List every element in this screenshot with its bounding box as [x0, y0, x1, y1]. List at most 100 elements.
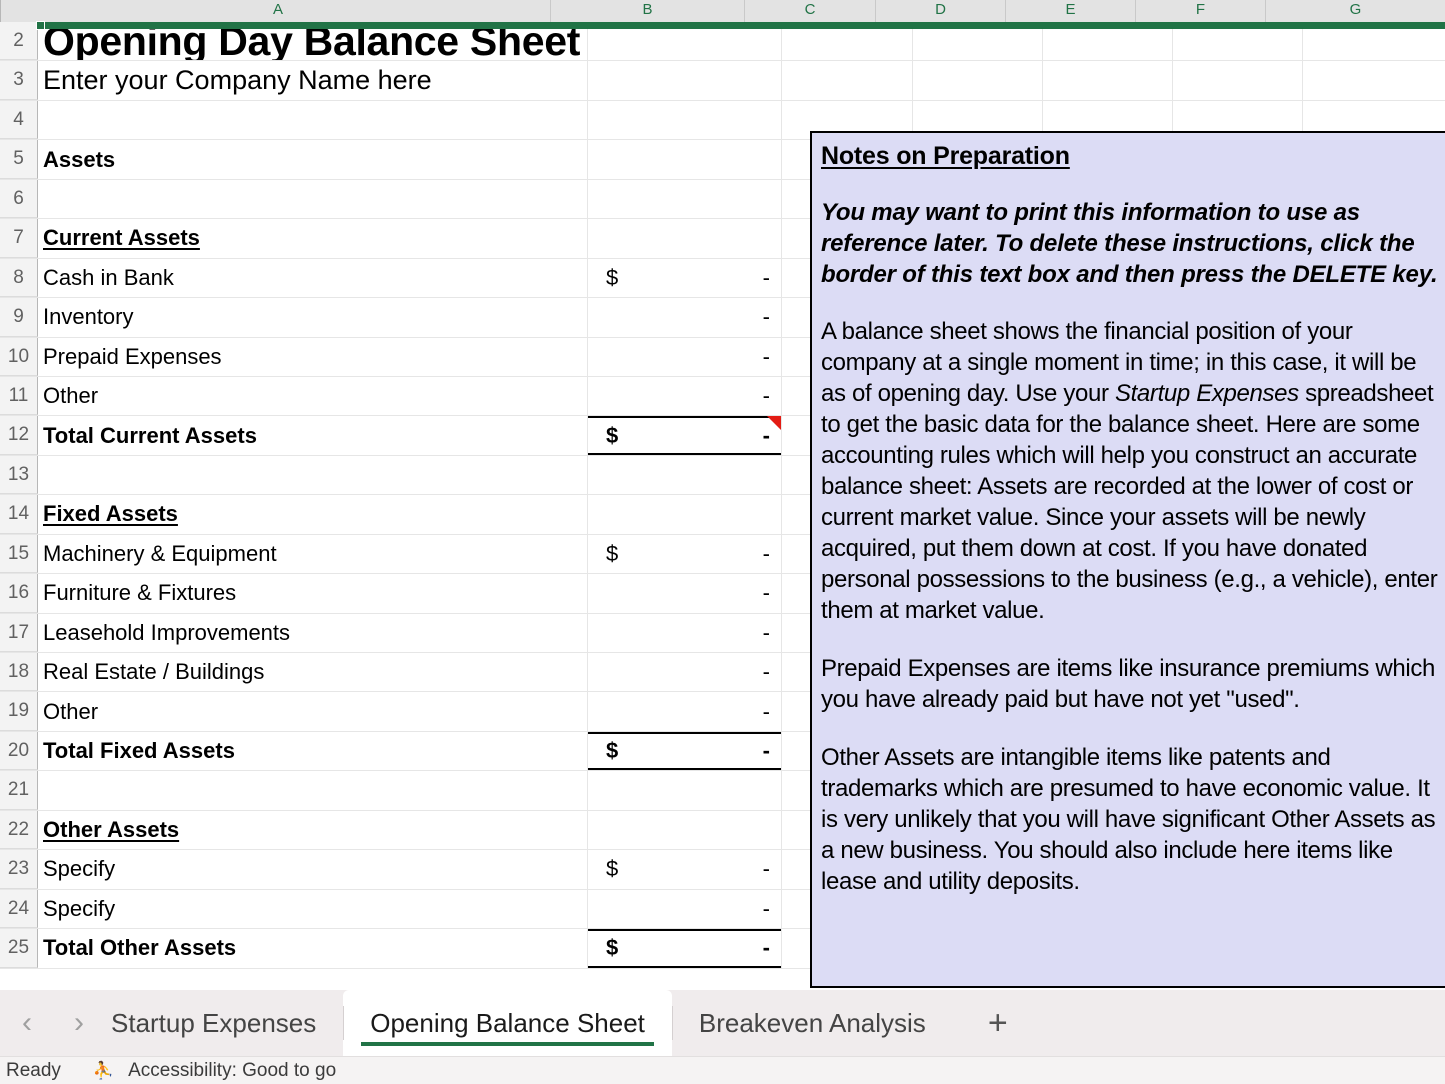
cell-g3[interactable] — [1303, 61, 1445, 99]
row-header[interactable]: 10 — [0, 337, 38, 376]
notes-on-preparation-textbox[interactable]: Notes on Preparation You may want to pri… — [810, 131, 1445, 988]
cell-a10[interactable]: Prepaid Expenses — [38, 337, 588, 376]
column-header-d[interactable]: D — [876, 0, 1006, 22]
cell-a17[interactable]: Leasehold Improvements — [38, 613, 588, 652]
cell-b8[interactable]: $ - — [588, 258, 782, 298]
cell-a12[interactable]: Total Current Assets — [38, 416, 588, 455]
row-header[interactable]: 13 — [0, 455, 38, 495]
row-header[interactable]: 17 — [0, 613, 38, 652]
cell-a9[interactable]: Inventory — [38, 298, 588, 337]
amount-group: $ - — [588, 738, 781, 764]
cell-b11[interactable]: - — [588, 376, 782, 416]
row-header[interactable]: 6 — [0, 179, 38, 219]
cell-a19[interactable]: Other — [38, 692, 588, 731]
amount-group: $ - — [588, 935, 781, 961]
cell-b14[interactable] — [588, 495, 782, 534]
cell-a14[interactable]: Fixed Assets — [38, 495, 588, 534]
cell-b10[interactable]: - — [588, 337, 782, 376]
sheet-tab-opening-balance-sheet[interactable]: Opening Balance Sheet — [343, 990, 672, 1056]
cell-f3[interactable] — [1173, 61, 1303, 100]
row-header[interactable]: 16 — [0, 574, 38, 613]
cell-b22[interactable] — [588, 810, 782, 850]
cell-comment-indicator-icon[interactable] — [767, 416, 781, 431]
sheet-tab-startup-expenses[interactable]: Startup Expenses — [84, 990, 343, 1056]
row-header[interactable]: 7 — [0, 219, 38, 258]
cell-b6[interactable] — [588, 179, 782, 219]
row-header[interactable]: 20 — [0, 731, 38, 771]
column-header-e[interactable]: E — [1006, 0, 1136, 22]
cell-a3[interactable]: Enter your Company Name here — [38, 61, 588, 100]
cell-c3[interactable] — [782, 61, 913, 100]
row-header[interactable]: 9 — [0, 298, 38, 337]
row-header[interactable]: 19 — [0, 692, 38, 731]
cell-b17[interactable]: - — [588, 613, 782, 652]
cell-b19[interactable]: - — [588, 692, 782, 731]
amount-value: - — [762, 264, 770, 290]
cell-a22[interactable]: Other Assets — [38, 810, 588, 850]
column-header-g[interactable]: G — [1266, 0, 1445, 22]
cell-label: Leasehold Improvements — [43, 619, 291, 645]
cell-a5[interactable]: Assets — [38, 140, 588, 179]
column-header-f[interactable]: F — [1136, 0, 1266, 22]
cell-a23[interactable]: Specify — [38, 850, 588, 889]
sheet-tab-breakeven-analysis[interactable]: Breakeven Analysis — [671, 990, 953, 1056]
cell-a8[interactable]: Cash in Bank — [38, 258, 588, 298]
row-header[interactable]: 5 — [0, 140, 38, 179]
cell-b21[interactable] — [588, 771, 782, 810]
cell-a6[interactable] — [38, 179, 588, 219]
cell-a7[interactable]: Current Assets — [38, 219, 588, 258]
row-header[interactable]: 11 — [0, 376, 38, 416]
cell-a24[interactable]: Specify — [38, 889, 588, 929]
cell-b16[interactable]: - — [588, 574, 782, 613]
cell-b24[interactable]: - — [588, 889, 782, 929]
row-header[interactable]: 18 — [0, 653, 38, 692]
cell-a21[interactable] — [38, 771, 588, 810]
column-header-a[interactable]: A — [1, 0, 551, 22]
select-all-corner[interactable] — [0, 0, 1, 22]
cell-b20[interactable]: $ - — [588, 731, 782, 771]
cell-a16[interactable]: Furniture & Fixtures — [38, 574, 588, 613]
cell-a15[interactable]: Machinery & Equipment — [38, 534, 588, 574]
row-header[interactable]: 3 — [0, 61, 38, 100]
row-header[interactable]: 25 — [0, 929, 38, 968]
column-header-b[interactable]: B — [551, 0, 745, 22]
cell-b7[interactable] — [588, 219, 782, 258]
fill-handle[interactable] — [36, 21, 45, 30]
cell-a18[interactable]: Real Estate / Buildings — [38, 653, 588, 692]
row-header[interactable]: 4 — [0, 100, 38, 140]
column-header-row: A B C D E F G — [0, 0, 1445, 22]
row-header[interactable]: 14 — [0, 495, 38, 534]
cell-b25[interactable]: $ - — [588, 929, 782, 968]
row-header[interactable]: 21 — [0, 771, 38, 810]
add-sheet-icon[interactable]: + — [953, 990, 1043, 1056]
cell-b12[interactable]: $ - — [588, 416, 782, 455]
row-header[interactable]: 8 — [0, 258, 38, 298]
cell-b3[interactable] — [588, 61, 782, 100]
cell-b18[interactable]: - — [588, 653, 782, 692]
cell-b5[interactable] — [588, 140, 782, 179]
cell-b15[interactable]: $ - — [588, 534, 782, 574]
cell-a13[interactable] — [38, 455, 588, 495]
cell-b23[interactable]: $ - — [588, 850, 782, 889]
cell-a20[interactable]: Total Fixed Assets — [38, 731, 588, 771]
next-sheet-icon[interactable]: › — [74, 1008, 84, 1038]
cell-b13[interactable] — [588, 455, 782, 495]
row-header[interactable]: 12 — [0, 416, 38, 455]
cell-a11[interactable]: Other — [38, 376, 588, 416]
row-header[interactable]: 24 — [0, 889, 38, 929]
cell-a4[interactable] — [38, 100, 588, 140]
row-header[interactable]: 2 — [0, 22, 38, 61]
row-header[interactable]: 22 — [0, 810, 38, 850]
grid-row[interactable]: 3 Enter your Company Name here — [0, 61, 1445, 101]
row-header[interactable]: 15 — [0, 534, 38, 574]
cell-b4[interactable] — [588, 100, 782, 140]
amount-group: $ - — [588, 541, 781, 567]
cell-e3[interactable] — [1043, 61, 1173, 100]
cell-b9[interactable]: - — [588, 298, 782, 337]
cell-d3[interactable] — [913, 61, 1043, 100]
accessibility-status-text[interactable]: Accessibility: Good to go — [128, 1060, 336, 1082]
previous-sheet-icon[interactable]: ‹ — [22, 1008, 32, 1038]
cell-a25[interactable]: Total Other Assets — [38, 929, 588, 968]
column-header-c[interactable]: C — [745, 0, 876, 22]
row-header[interactable]: 23 — [0, 850, 38, 889]
